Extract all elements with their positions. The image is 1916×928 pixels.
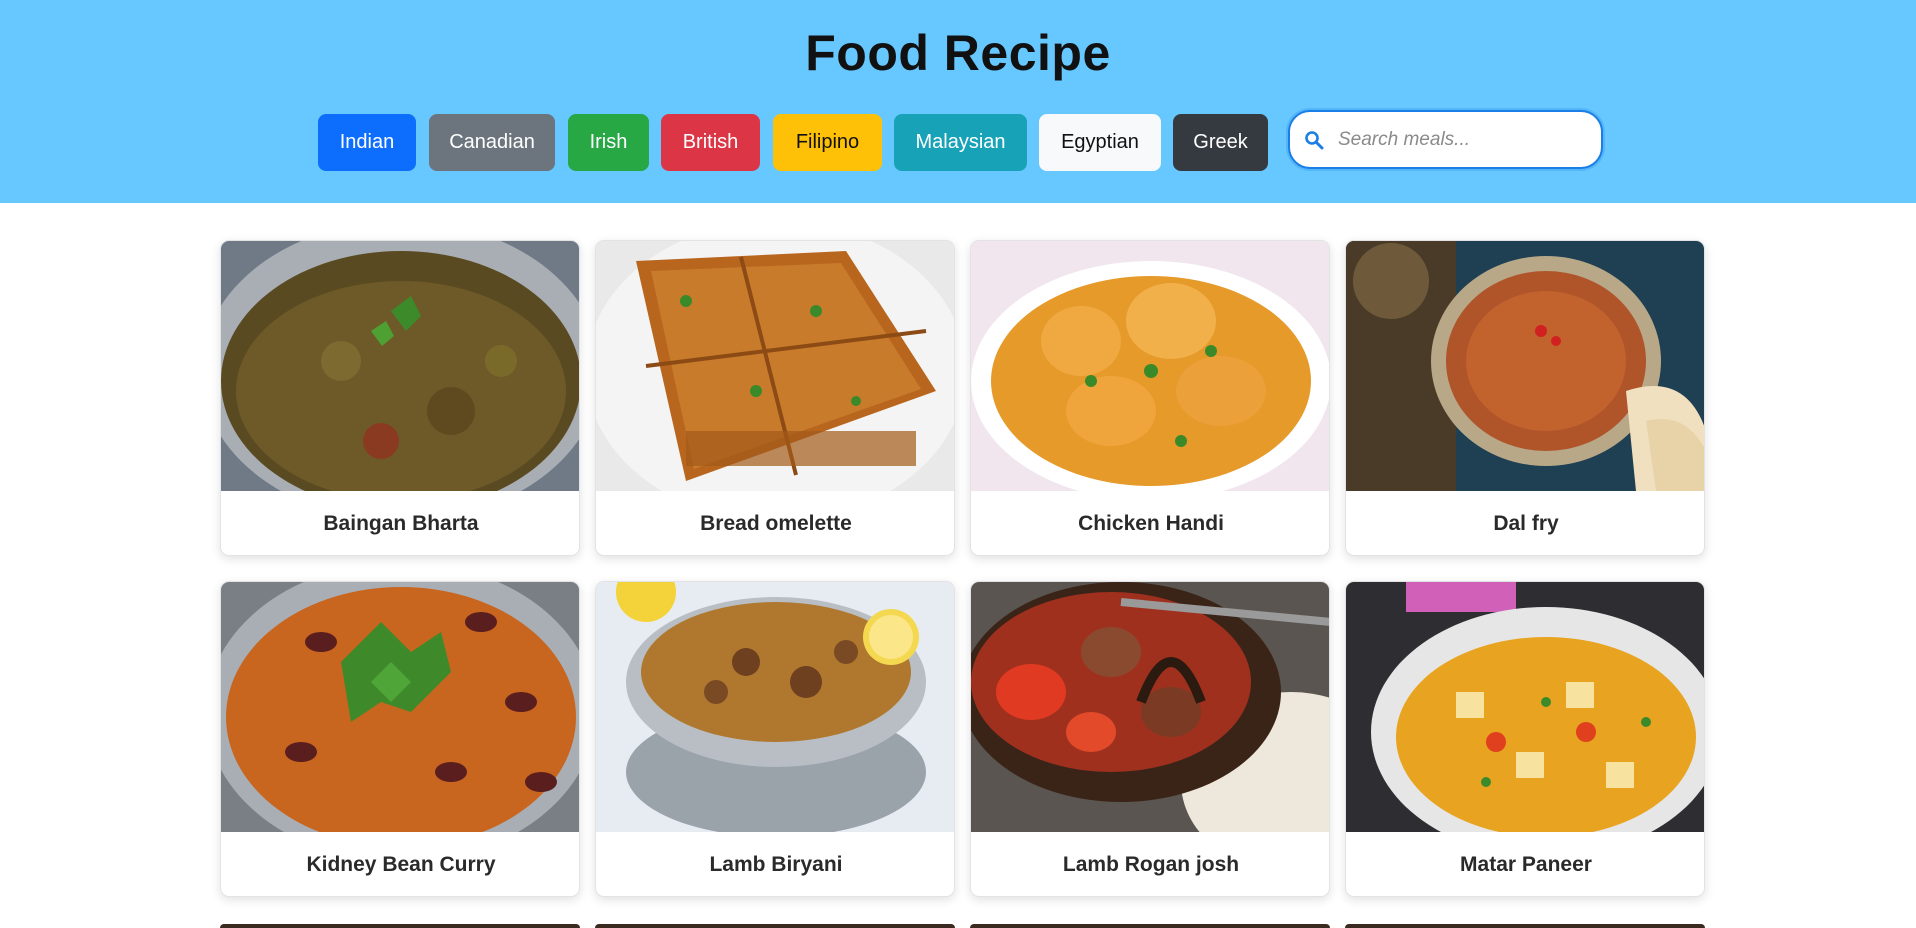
meal-card[interactable]: Lamb Rogan josh — [970, 581, 1330, 897]
cuisine-button-egyptian[interactable]: Egyptian — [1039, 114, 1161, 171]
cuisine-button-greek[interactable]: Greek — [1173, 114, 1268, 171]
meal-card[interactable]: Matar Paneer — [1345, 581, 1705, 897]
meal-name: Bread omelette — [700, 512, 852, 535]
search-icon — [1304, 130, 1324, 150]
cuisine-button-indian[interactable]: Indian — [318, 114, 416, 171]
meal-image-dal-fry — [1346, 241, 1704, 491]
meal-card[interactable]: Baingan Bharta — [220, 240, 580, 556]
meal-card[interactable]: Kidney Bean Curry — [220, 581, 580, 897]
meal-name: Kidney Bean Curry — [306, 853, 496, 876]
meal-image-lamb-biryani — [596, 582, 954, 832]
meal-name: Baingan Bharta — [323, 512, 479, 535]
meal-name: Chicken Handi — [1078, 512, 1224, 535]
page-title: Food Recipe — [805, 25, 1111, 81]
meal-card-partial — [1345, 924, 1705, 928]
meal-name: Matar Paneer — [1460, 853, 1592, 876]
meal-card-partial — [220, 924, 580, 928]
meal-name: Dal fry — [1493, 512, 1559, 535]
meal-card[interactable]: Chicken Handi — [970, 240, 1330, 556]
search-input[interactable] — [1338, 120, 1588, 160]
meal-card[interactable]: Dal fry — [1345, 240, 1705, 556]
search-box[interactable] — [1288, 110, 1603, 169]
cuisine-button-malaysian[interactable]: Malaysian — [894, 114, 1027, 171]
cuisine-button-filipino[interactable]: Filipino — [773, 114, 882, 171]
meal-card[interactable]: Bread omelette — [595, 240, 955, 556]
meal-image-bread-omelette — [596, 241, 954, 491]
meal-image-baingan-bharta — [221, 241, 579, 491]
meal-card[interactable]: Lamb Biryani — [595, 581, 955, 897]
cuisine-button-british[interactable]: British — [661, 114, 760, 171]
meal-image-chicken-handi — [971, 241, 1329, 491]
meal-image-kidney-bean-curry — [221, 582, 579, 832]
meal-name: Lamb Biryani — [709, 853, 843, 876]
cuisine-button-irish[interactable]: Irish — [568, 114, 649, 171]
meal-name: Lamb Rogan josh — [1062, 853, 1240, 876]
meal-image-lamb-rogan-josh — [971, 582, 1329, 832]
cuisine-button-canadian[interactable]: Canadian — [429, 114, 555, 171]
meal-card-partial — [970, 924, 1330, 928]
meal-card-partial — [595, 924, 955, 928]
meal-image-matar-paneer — [1346, 582, 1704, 832]
header: Food Recipe Indian Canadian Irish Britis… — [0, 0, 1916, 203]
